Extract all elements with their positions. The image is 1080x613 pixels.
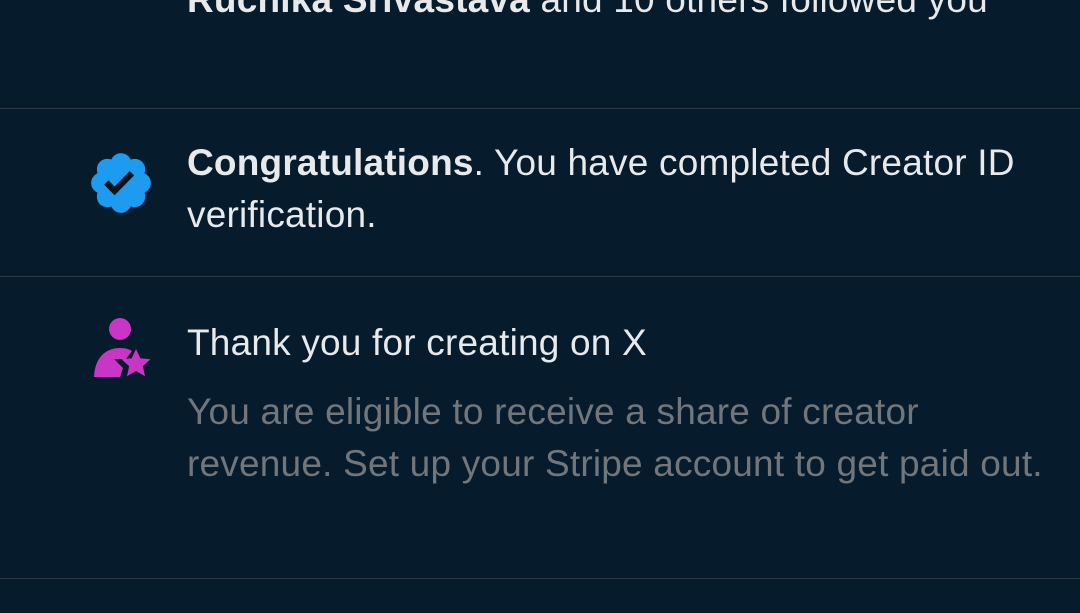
notification-creator[interactable]: Thank you for creating on X You are elig…	[0, 277, 1080, 578]
creator-person-star-icon	[86, 315, 156, 385]
creator-body: You are eligible to receive a share of c…	[187, 391, 1043, 484]
divider	[0, 578, 1080, 579]
verified-badge-icon	[86, 148, 156, 218]
congratulations-label: Congratulations	[187, 142, 474, 183]
creator-title: Thank you for creating on X	[187, 322, 647, 363]
notification-follow[interactable]: Ruchika Srivastava and 10 others followe…	[0, 0, 1080, 108]
follower-name[interactable]: Ruchika Srivastava	[187, 0, 530, 20]
notification-verification[interactable]: Congratulations. You have completed Crea…	[0, 109, 1080, 276]
follow-rest-text: and 10 others followed you	[530, 0, 988, 20]
verification-text: Congratulations. You have completed Crea…	[187, 137, 1057, 241]
follow-text: Ruchika Srivastava and 10 others followe…	[187, 0, 1057, 26]
notifications-feed: Ruchika Srivastava and 10 others followe…	[0, 0, 1080, 613]
